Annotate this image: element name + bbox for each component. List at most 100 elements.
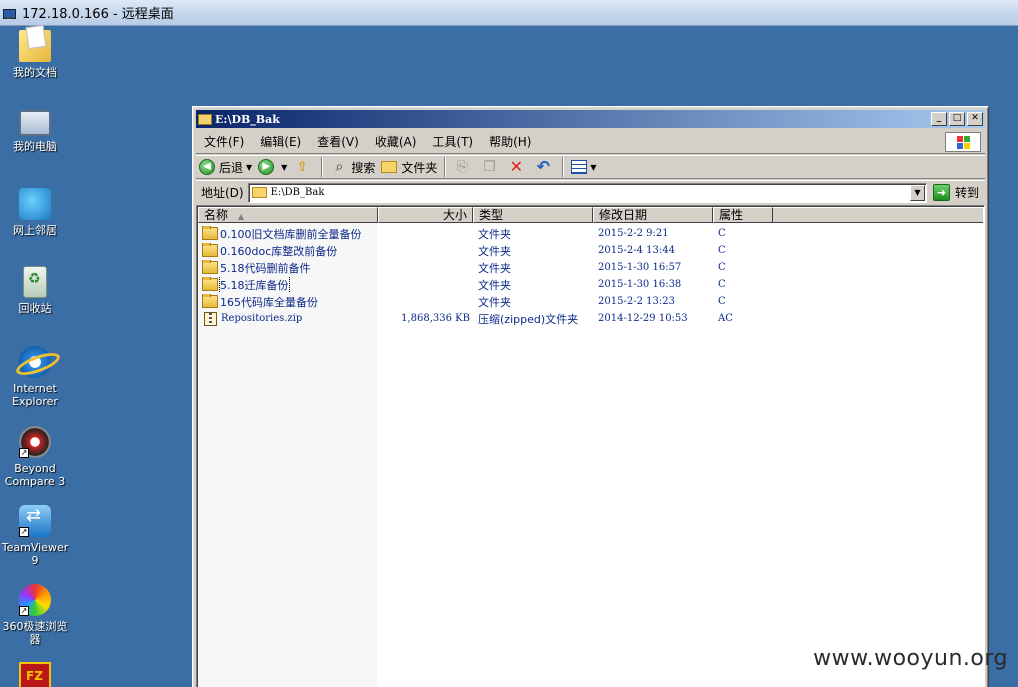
file-type: 文件夹	[478, 227, 511, 241]
file-row[interactable]: 165代码库全量备份 文件夹 2015-2-2 13:23 C	[198, 293, 983, 310]
file-row[interactable]: 0.100旧文档库删前全量备份 文件夹 2015-2-2 9:21 C	[198, 225, 983, 242]
column-header-filler	[773, 207, 983, 223]
chevron-down-icon[interactable]: ▼	[590, 163, 596, 172]
move-to-icon: ⎘	[456, 159, 468, 175]
my-computer-icon	[19, 110, 51, 136]
folder-icon	[202, 293, 218, 308]
column-headers: 名称 ▲ 大小 类型 修改日期 属性	[198, 207, 983, 223]
column-header-label: 大小	[442, 208, 467, 222]
desktop-icon-my-computer[interactable]: 我的电脑	[0, 110, 70, 153]
desktop-icon-my-documents[interactable]: 我的文档	[0, 30, 70, 79]
beyond-compare-icon: ↗	[19, 426, 51, 458]
chevron-down-icon[interactable]: ▼	[281, 163, 287, 172]
file-modified: 2014-12-29 10:53	[598, 313, 688, 324]
undo-button[interactable]: ↶	[531, 156, 558, 178]
back-button[interactable]: ◀ 后退 ▼	[196, 156, 255, 178]
menu-file[interactable]: 文件(F)	[196, 133, 252, 150]
back-arrow-icon: ◀	[199, 159, 215, 175]
desktop-icon-label: Internet Explorer	[12, 382, 58, 408]
chevron-down-icon[interactable]: ▼	[246, 163, 252, 172]
file-type: 文件夹	[478, 261, 511, 275]
column-header-label: 类型	[479, 208, 504, 222]
maximize-button[interactable]: □	[949, 112, 965, 126]
menu-edit[interactable]: 编辑(E)	[252, 133, 309, 150]
delete-button[interactable]: ✕	[504, 156, 531, 178]
go-label: 转到	[954, 186, 979, 200]
views-button[interactable]: ▼	[568, 156, 599, 178]
recycle-bin-icon	[23, 266, 47, 298]
close-button[interactable]: ✕	[967, 112, 983, 126]
file-type: 压缩(zipped)文件夹	[478, 312, 579, 326]
file-row[interactable]: Repositories.zip 1,868,336 KB 压缩(zipped)…	[198, 310, 983, 327]
column-header-name[interactable]: 名称 ▲	[198, 207, 378, 223]
file-type: 文件夹	[478, 244, 511, 258]
go-button[interactable]: ➜ 转到	[927, 182, 985, 204]
file-name-cell: 5.18代码删前备件	[198, 259, 378, 276]
standard-toolbar: ◀ 后退 ▼ ▶ ▼ ⇧ ⌕ 搜索 文件夹 ⎘ ❐ ✕ ↶ ▼	[196, 155, 985, 179]
desktop-icon-label: TeamViewer 9	[1, 541, 69, 567]
menu-tools[interactable]: 工具(T)	[424, 133, 481, 150]
column-header-label: 修改日期	[599, 208, 648, 222]
address-value: E:\DB_Bak	[270, 187, 325, 198]
up-folder-icon: ⇧	[296, 159, 309, 175]
minimize-button[interactable]: _	[931, 112, 947, 126]
file-name-cell: 165代码库全量备份	[198, 293, 378, 310]
column-header-label: 名称	[204, 208, 229, 222]
desktop-icon-360-browser[interactable]: ↗ 360极速浏览器	[0, 584, 70, 646]
rdp-title: 172.18.0.166 - 远程桌面	[22, 7, 174, 22]
copy-to-icon: ❐	[483, 159, 496, 175]
column-header-size[interactable]: 大小	[378, 207, 473, 223]
column-header-modified[interactable]: 修改日期	[593, 207, 713, 223]
folder-icon	[202, 276, 218, 291]
menu-view[interactable]: 查看(V)	[309, 133, 367, 150]
file-modified: 2015-2-2 13:23	[598, 296, 675, 307]
up-folder-button[interactable]: ⇧	[290, 156, 317, 178]
shortcut-arrow-icon: ↗	[19, 527, 29, 537]
desktop-icon-beyond-compare[interactable]: ↗ Beyond Compare 3	[0, 426, 70, 488]
desktop-icon-filezilla[interactable]	[0, 662, 70, 687]
address-input[interactable]: E:\DB_Bak ▼	[247, 182, 927, 203]
folders-button[interactable]: 文件夹	[378, 156, 440, 178]
menu-help[interactable]: 帮助(H)	[481, 133, 539, 150]
menu-favorites[interactable]: 收藏(A)	[367, 133, 425, 150]
shortcut-arrow-icon: ↗	[19, 448, 29, 458]
file-name-cell: 5.18迁库备份	[198, 276, 378, 293]
file-list: 名称 ▲ 大小 类型 修改日期 属性 0.100旧文档库删前全量备份 文件夹 20…	[196, 205, 985, 687]
back-label: 后退	[219, 160, 244, 175]
forward-button[interactable]: ▶ ▼	[255, 156, 290, 178]
folder-icon	[202, 242, 218, 257]
window-title: E:\DB_Bak	[215, 112, 280, 126]
toolbar-separator	[562, 157, 565, 177]
file-type: 文件夹	[478, 295, 511, 309]
undo-icon: ↶	[536, 157, 551, 176]
desktop-icon-recycle-bin[interactable]: 回收站	[0, 266, 70, 315]
file-row[interactable]: 5.18代码删前备件 文件夹 2015-1-30 16:57 C	[198, 259, 983, 276]
folder-icon	[198, 113, 212, 125]
move-to-button[interactable]: ⎘	[450, 156, 477, 178]
desktop-icon-teamviewer[interactable]: ↗ TeamViewer 9	[0, 505, 70, 567]
column-header-attributes[interactable]: 属性	[713, 207, 773, 223]
copy-to-button[interactable]: ❐	[477, 156, 504, 178]
column-header-type[interactable]: 类型	[473, 207, 593, 223]
file-attributes: C	[718, 245, 726, 256]
go-arrow-icon: ➜	[932, 184, 950, 201]
desktop-icon-network[interactable]: 网上邻居	[0, 188, 70, 237]
address-dropdown-button[interactable]: ▼	[909, 184, 925, 201]
toolbar-separator	[321, 157, 324, 177]
file-name: 165代码库全量备份	[220, 295, 318, 309]
desktop-icon-label: Beyond Compare 3	[4, 462, 66, 488]
desktop-icon-label: 我的电脑	[13, 140, 57, 153]
file-row[interactable]: 0.160doc库整改前备份 文件夹 2015-2-4 13:44 C	[198, 242, 983, 259]
file-attributes: C	[718, 228, 726, 239]
file-name: Repositories.zip	[221, 313, 303, 324]
desktop-icon-internet-explorer[interactable]: Internet Explorer	[0, 346, 70, 408]
watermark: www.wooyun.org	[813, 646, 1008, 671]
file-name-cell: 0.100旧文档库删前全量备份	[198, 225, 378, 242]
folder-icon	[251, 187, 267, 198]
file-attributes: C	[718, 296, 726, 307]
teamviewer-icon: ↗	[19, 505, 51, 537]
desktop-icon-label: 我的文档	[13, 66, 57, 79]
window-title-bar[interactable]: E:\DB_Bak _ □ ✕	[196, 110, 985, 128]
file-row[interactable]: 5.18迁库备份 文件夹 2015-1-30 16:38 C	[198, 276, 983, 293]
search-button[interactable]: ⌕ 搜索	[327, 156, 378, 178]
